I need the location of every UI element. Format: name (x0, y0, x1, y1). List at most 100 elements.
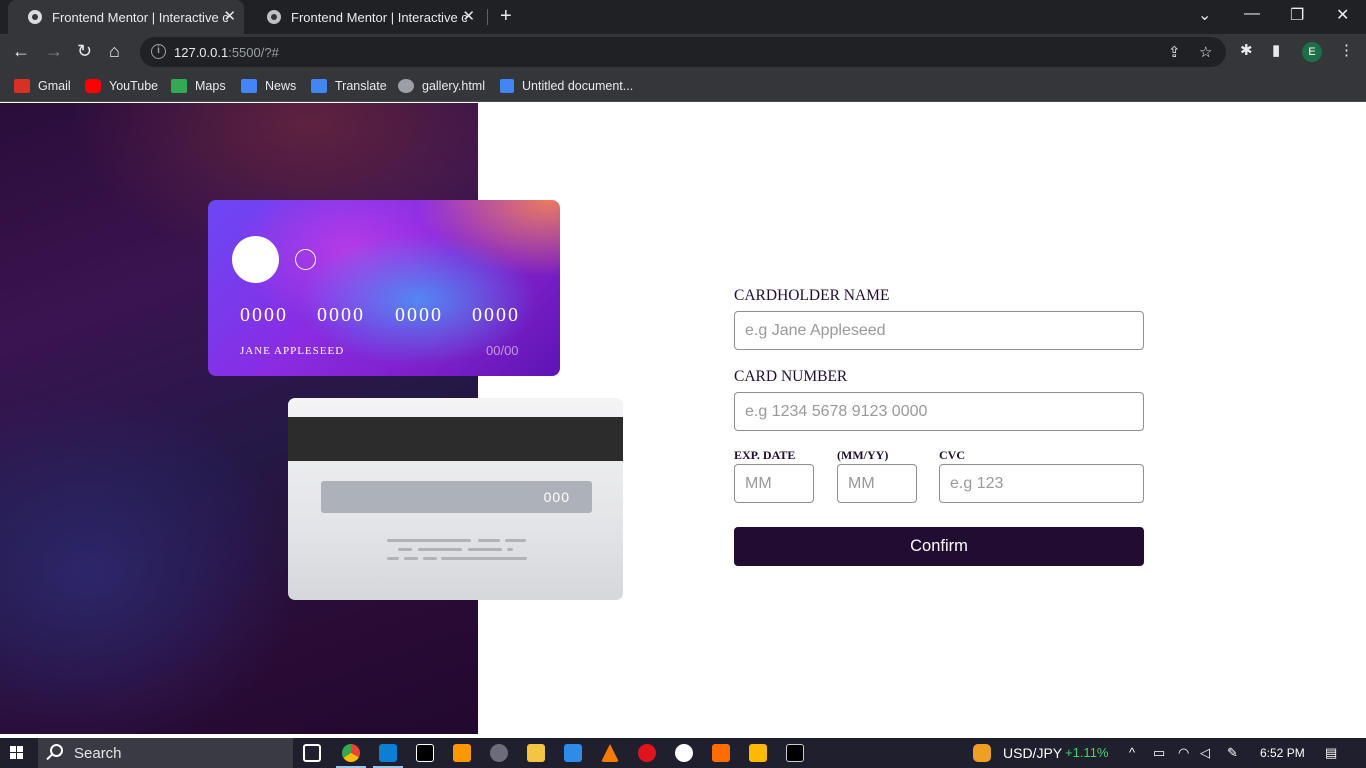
side-panel-icon[interactable]: ▮ (1272, 43, 1280, 58)
card-number-label: CARD NUMBER (734, 368, 848, 385)
page-content: 0000 0000 0000 0000 JANE APPLESEED 00/00… (0, 103, 1366, 734)
ticker-change: +1.11% (1065, 745, 1109, 760)
yandex-icon[interactable] (675, 744, 693, 762)
tab-close-icon[interactable]: ✕ (462, 9, 475, 24)
xampp-icon[interactable] (712, 744, 730, 762)
menu-kebab-icon[interactable]: ⋮ (1339, 43, 1354, 58)
chrome-icon[interactable] (342, 744, 360, 762)
address-host: 127.0.0.1 (174, 44, 229, 60)
bookmark-label: Untitled document... (522, 79, 634, 93)
address-bar[interactable]: i 127.0.0.1:5500/?# ⇪ ☆ (140, 37, 1226, 67)
tab-title: Frontend Mentor | Interactive card detai… (52, 9, 228, 25)
tab-favicon-icon (28, 10, 42, 24)
card-back-decoration-line (468, 548, 502, 551)
home-icon[interactable]: ⌂ (109, 42, 120, 60)
card-back-decoration-line (387, 539, 471, 542)
card-back-decoration-line (418, 548, 462, 551)
bookmark-translate[interactable]: Translate (311, 77, 387, 95)
bookmark-news[interactable]: News (241, 77, 296, 95)
card-back-decoration-line (478, 539, 500, 542)
new-tab-button[interactable]: + (500, 6, 512, 26)
volume-icon[interactable]: ◁ (1200, 745, 1210, 761)
cardholder-name-input[interactable] (734, 311, 1144, 350)
opera-icon[interactable] (638, 744, 656, 762)
card-front: 0000 0000 0000 0000 JANE APPLESEED 00/00 (208, 200, 560, 376)
bookmark-gmail[interactable]: Gmail (14, 77, 71, 95)
pycharm-icon[interactable] (416, 744, 434, 762)
widgets-icon[interactable] (973, 744, 991, 762)
calculator-icon[interactable] (749, 744, 767, 762)
store-icon[interactable] (564, 744, 582, 762)
maps-icon (171, 79, 187, 93)
card-back-decoration-line (505, 539, 526, 542)
taskbar-search-label: Search (74, 744, 122, 762)
pen-icon[interactable]: ✎ (1227, 745, 1238, 761)
card-back-decoration-line (387, 557, 399, 560)
clock-time[interactable]: 6:52 PM (1260, 746, 1305, 760)
profile-avatar[interactable]: E (1302, 42, 1322, 62)
exp-year-input[interactable] (837, 464, 917, 503)
globe-icon (398, 79, 414, 93)
bookmark-youtube[interactable]: YouTube (85, 77, 158, 95)
gmail-icon (14, 79, 30, 93)
notifications-icon[interactable]: ▤ (1325, 745, 1337, 761)
forward-icon[interactable]: → (45, 42, 63, 60)
media-player-icon[interactable] (490, 744, 508, 762)
vscode-icon[interactable] (379, 744, 397, 762)
tab-divider (487, 9, 488, 25)
battery-icon[interactable]: ▭ (1153, 745, 1165, 761)
card-back: 000 (288, 398, 623, 600)
tab-close-icon[interactable]: ✕ (223, 9, 236, 24)
browser-tab-1[interactable]: Frontend Mentor | Interactive card detai… (8, 0, 244, 34)
exp-month-input[interactable] (734, 464, 814, 503)
task-view-icon[interactable] (303, 744, 321, 762)
site-info-icon[interactable]: i (151, 44, 166, 59)
close-window-button[interactable]: ✕ (1336, 5, 1349, 25)
card-holder-name: JANE APPLESEED (240, 345, 345, 357)
card-back-decoration-line (404, 557, 418, 560)
tray-chevron-icon[interactable]: ^ (1129, 745, 1135, 760)
tab-search-icon[interactable]: ⌄ (1198, 5, 1211, 25)
extensions-icon[interactable]: ✱ (1240, 43, 1253, 58)
youtube-icon (85, 79, 101, 93)
minimize-button[interactable]: — (1244, 5, 1260, 23)
bookmark-label: YouTube (109, 79, 159, 93)
terminal-icon[interactable] (786, 744, 804, 762)
wifi-icon[interactable]: ◠ (1178, 745, 1189, 761)
news-icon (241, 79, 257, 93)
card-back-decoration-line (423, 557, 437, 560)
card-back-decoration-line (441, 557, 527, 560)
tab-favicon-icon (267, 10, 281, 24)
vlc-icon[interactable] (601, 744, 619, 762)
card-number-group-1: 0000 (240, 304, 288, 326)
windows-start-icon[interactable] (10, 746, 24, 760)
bookmark-maps[interactable]: Maps (171, 77, 226, 95)
confirm-button[interactable]: Confirm (734, 527, 1144, 566)
exp-date-label: EXP. DATE (734, 448, 796, 462)
card-expiry: 00/00 (486, 343, 519, 358)
back-icon[interactable]: ← (12, 42, 30, 60)
restore-button[interactable]: ❐ (1290, 5, 1304, 25)
search-icon (50, 744, 63, 757)
bookmark-untitled-document[interactable]: Untitled document... (500, 77, 633, 95)
bookmark-label: Gmail (38, 79, 71, 93)
file-explorer-icon[interactable] (527, 744, 545, 762)
taskbar-search[interactable]: Search (38, 738, 293, 768)
cvc-label: CVC (939, 448, 965, 462)
bookmark-gallery[interactable]: gallery.html (398, 77, 485, 95)
sublime-icon[interactable] (453, 744, 471, 762)
bookmark-star-icon[interactable]: ☆ (1199, 43, 1212, 61)
bookmarks-bar: Gmail YouTube Maps News Translate galler… (0, 70, 1366, 102)
ticker-name[interactable]: USD/JPY (1003, 745, 1062, 761)
bookmark-label: Translate (335, 79, 387, 93)
cvc-input[interactable] (939, 464, 1144, 503)
card-number-group-3: 0000 (395, 304, 443, 326)
card-logo-circle-large (232, 236, 279, 283)
browser-tab-2[interactable]: Frontend Mentor | Interactive card detai… (247, 0, 483, 34)
reload-icon[interactable]: ↻ (77, 42, 92, 60)
card-number-input[interactable] (734, 392, 1144, 431)
card-back-decoration-line (507, 548, 513, 551)
card-back-decoration-line (398, 548, 412, 551)
share-icon[interactable]: ⇪ (1168, 43, 1181, 61)
translate-icon (311, 79, 327, 93)
